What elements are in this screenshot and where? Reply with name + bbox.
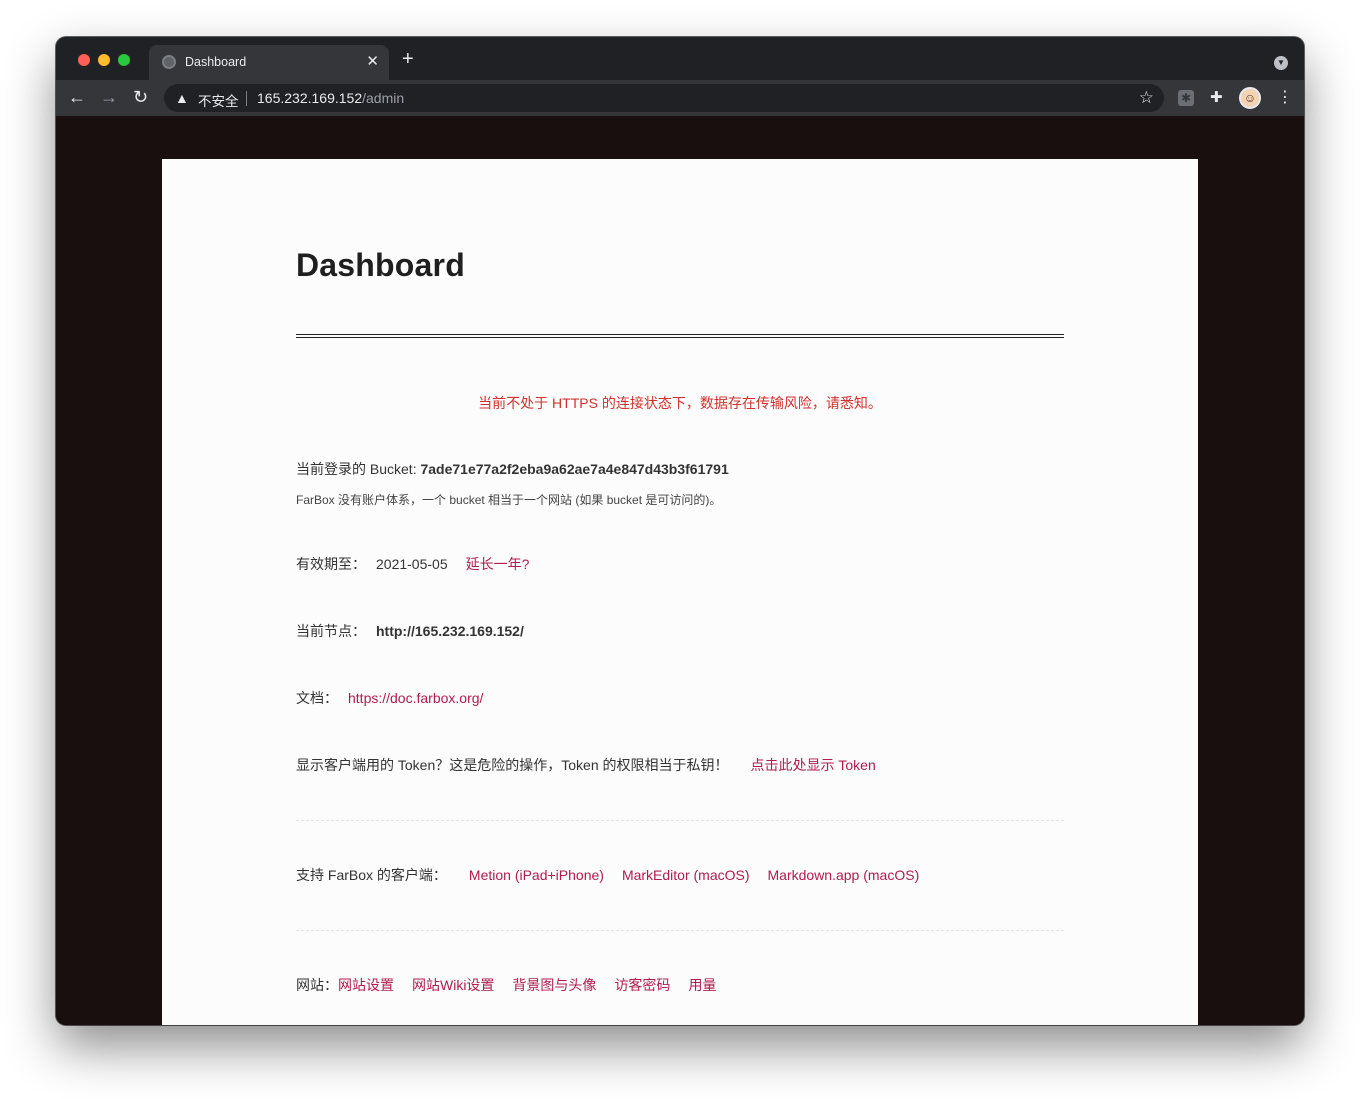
bucket-label: 当前登录的 Bucket: xyxy=(296,461,421,477)
site-label: 网站： xyxy=(296,977,338,993)
extend-link[interactable]: 延长一年? xyxy=(466,556,530,572)
title-divider xyxy=(296,334,1064,338)
section-divider xyxy=(296,930,1064,931)
expiry-date: 2021-05-05 xyxy=(376,556,448,572)
reload-button[interactable]: ↻ xyxy=(133,87,148,107)
token-warning-text: 显示客户端用的 Token？这是危险的操作，Token 的权限相当于私钥！ xyxy=(296,757,729,773)
token-row: 显示客户端用的 Token？这是危险的操作，Token 的权限相当于私钥！ 点击此… xyxy=(296,755,876,775)
back-button[interactable]: ← xyxy=(68,87,86,107)
bucket-row: 当前登录的 Bucket: 7ade71e77a2f2eba9a62ae7a4e… xyxy=(296,459,729,479)
forward-button[interactable]: → xyxy=(100,87,118,107)
dashboard-page: Dashboard 当前不处于 HTTPS 的连接状态下，数据存在传输风险，请悉… xyxy=(162,159,1198,1025)
close-window-button[interactable] xyxy=(78,54,90,66)
site-settings-link[interactable]: 网站设置 xyxy=(338,977,394,993)
chevron-down-icon[interactable]: ▼ xyxy=(1274,56,1288,70)
url-host: 165.232.169.152 xyxy=(257,90,363,106)
usage-link[interactable]: 用量 xyxy=(688,977,716,993)
globe-icon xyxy=(162,55,176,69)
bucket-id: 7ade71e77a2f2eba9a62ae7a4e847d43b3f61791 xyxy=(420,461,729,477)
show-token-link[interactable]: 点击此处显示 Token xyxy=(751,757,876,773)
insecure-label[interactable]: 不安全 xyxy=(198,90,239,110)
avatar[interactable]: ☺ xyxy=(1239,87,1261,109)
visitor-password-link[interactable]: 访客密码 xyxy=(614,977,670,993)
address-bar[interactable]: ▲ 不安全 165.232.169.152/admin ☆ xyxy=(164,84,1164,112)
expiry-row: 有效期至： 2021-05-05 延长一年? xyxy=(296,554,529,574)
docs-row: 文档： https://doc.farbox.org/ xyxy=(296,688,483,708)
url-path: /admin xyxy=(362,90,405,106)
background-avatar-link[interactable]: 背景图与头像 xyxy=(512,977,596,993)
client-link-metion[interactable]: Metion (iPad+iPhone) xyxy=(469,867,604,883)
warning-icon[interactable]: ▲ xyxy=(175,90,189,106)
tab-title: Dashboard xyxy=(185,55,247,69)
section-divider xyxy=(296,820,1064,821)
docs-link[interactable]: https://doc.farbox.org/ xyxy=(348,690,483,706)
page-title: Dashboard xyxy=(296,247,465,283)
zoom-window-button[interactable] xyxy=(118,54,130,66)
new-tab-button[interactable]: + xyxy=(402,49,414,69)
node-label: 当前节点： xyxy=(296,623,366,639)
tab-dashboard[interactable]: Dashboard ✕ xyxy=(149,45,389,80)
bucket-note: FarBox 没有账户体系，一个 bucket 相当于一个网站 (如果 buck… xyxy=(296,493,722,507)
tab-bar: Dashboard ✕ + ▼ xyxy=(56,37,1304,80)
https-warning: 当前不处于 HTTPS 的连接状态下，数据存在传输风险，请悉知。 xyxy=(478,395,882,411)
clients-label: 支持 FarBox 的客户端： xyxy=(296,867,447,883)
star-icon[interactable]: ☆ xyxy=(1139,88,1154,108)
puzzle-icon[interactable]: ✚ xyxy=(1210,90,1226,106)
browser-window: Dashboard ✕ + ▼ ← → ↻ ▲ 不安全 165.232.169.… xyxy=(56,37,1304,1025)
kebab-menu-icon[interactable]: ⋮ xyxy=(1277,88,1293,108)
expiry-label: 有效期至： xyxy=(296,556,366,572)
node-row: 当前节点： http://165.232.169.152/ xyxy=(296,621,524,641)
wiki-settings-link[interactable]: 网站Wiki设置 xyxy=(412,977,494,993)
client-link-markeditor[interactable]: MarkEditor (macOS) xyxy=(622,867,750,883)
url-text[interactable]: 165.232.169.152/admin xyxy=(257,90,404,106)
page-viewport: Dashboard 当前不处于 HTTPS 的连接状态下，数据存在传输风险，请悉… xyxy=(56,116,1304,1025)
extension-icon[interactable]: ✱ xyxy=(1178,90,1194,106)
site-row: 网站：网站设置 网站Wiki设置 背景图与头像 访客密码 用量 xyxy=(296,975,716,995)
node-url: http://165.232.169.152/ xyxy=(376,623,524,639)
client-link-markdown-app[interactable]: Markdown.app (macOS) xyxy=(768,867,920,883)
browser-toolbar: ← → ↻ ▲ 不安全 165.232.169.152/admin ☆ ✱ ✚ … xyxy=(56,80,1304,116)
divider xyxy=(246,91,247,106)
window-controls xyxy=(78,54,130,66)
close-icon[interactable]: ✕ xyxy=(366,52,379,72)
minimize-window-button[interactable] xyxy=(98,54,110,66)
docs-label: 文档： xyxy=(296,690,338,706)
clients-row: 支持 FarBox 的客户端： Metion (iPad+iPhone) MarkE… xyxy=(296,865,919,885)
